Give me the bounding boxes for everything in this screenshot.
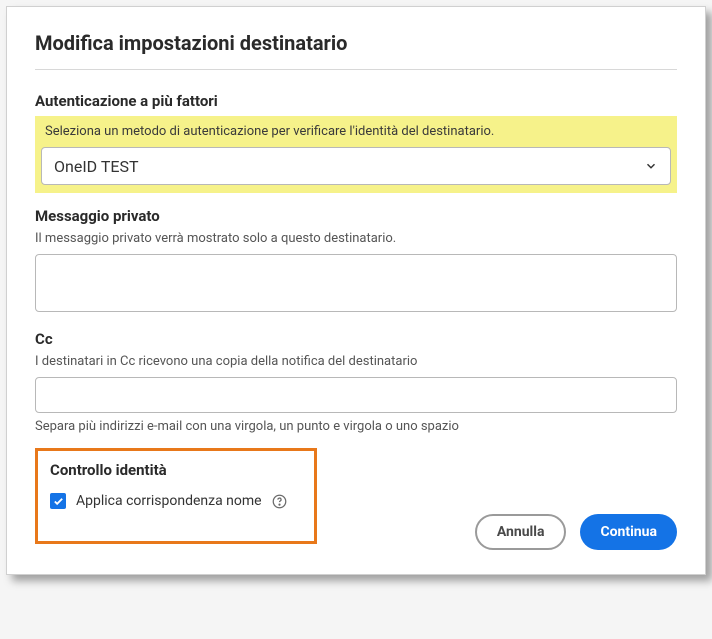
help-icon[interactable]: [272, 494, 287, 509]
private-message-helper: Il messaggio privato verrà mostrato solo…: [35, 231, 677, 246]
cc-helper: I destinatari in Cc ricevono una copia d…: [35, 354, 677, 369]
name-match-row: Applica corrispondenza nome: [50, 493, 302, 509]
auth-method-select[interactable]: OneID TEST: [41, 147, 671, 185]
auth-helper: Seleziona un metodo di autenticazione pe…: [45, 124, 669, 139]
cc-separator-note: Separa più indirizzi e-mail con una virg…: [35, 419, 677, 434]
cancel-button[interactable]: Annulla: [475, 514, 567, 550]
recipient-settings-dialog: Modifica impostazioni destinatario Auten…: [6, 6, 706, 575]
private-message-section: Messaggio privato Il messaggio privato v…: [35, 207, 677, 316]
check-icon: [53, 496, 64, 507]
cc-section: Cc I destinatari in Cc ricevono una copi…: [35, 330, 677, 434]
divider: [35, 69, 677, 70]
dialog-title: Modifica impostazioni destinatario: [35, 31, 677, 55]
continue-button[interactable]: Continua: [580, 514, 677, 550]
identity-heading: Controllo identità: [50, 461, 302, 479]
dialog-footer: Annulla Continua: [35, 514, 677, 550]
name-match-label: Applica corrispondenza nome: [76, 493, 262, 509]
auth-highlight: Seleziona un metodo di autenticazione pe…: [35, 116, 677, 193]
auth-section: Autenticazione a più fattori Seleziona u…: [35, 92, 677, 193]
name-match-checkbox[interactable]: [50, 493, 66, 509]
auth-heading: Autenticazione a più fattori: [35, 92, 677, 110]
auth-method-value: OneID TEST: [54, 157, 644, 176]
private-message-input[interactable]: [35, 254, 677, 312]
private-message-heading: Messaggio privato: [35, 207, 677, 225]
chevron-down-icon: [644, 159, 658, 173]
cc-heading: Cc: [35, 330, 677, 348]
cc-input[interactable]: [35, 377, 677, 413]
